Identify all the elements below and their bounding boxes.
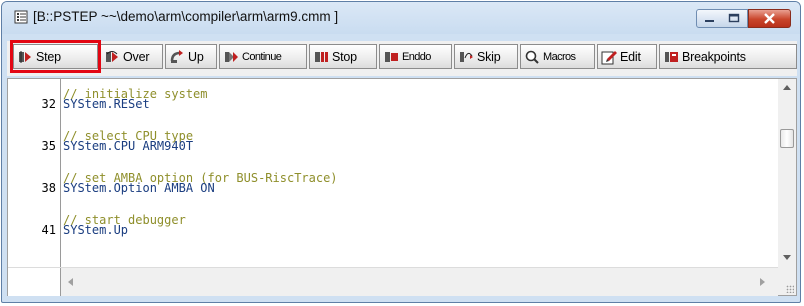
step-icon — [19, 50, 31, 63]
scroll-right-icon[interactable] — [760, 278, 765, 286]
gutter-footer — [8, 268, 61, 296]
over-button[interactable]: Over — [100, 44, 163, 69]
macros-label: Macros — [543, 50, 576, 63]
minimize-icon — [705, 20, 714, 22]
macros-icon — [525, 50, 539, 64]
edit-icon — [601, 50, 617, 64]
minimize-button[interactable] — [696, 9, 723, 28]
enddo-button[interactable]: Enddo — [379, 44, 452, 69]
pstep-window: [B::PSTEP ~~\demo\arm\compiler\arm\arm9.… — [1, 1, 801, 303]
breakpoints-button[interactable]: Breakpoints — [659, 44, 797, 69]
line-number-gutter: 32 35 38 41 — [8, 79, 61, 267]
line-number: 35 — [41, 139, 56, 153]
maximize-button[interactable] — [722, 9, 748, 28]
vertical-scrollbar[interactable] — [778, 79, 796, 267]
edit-label: Edit — [620, 49, 641, 64]
step-up-icon — [170, 49, 183, 63]
enddo-icon — [385, 51, 398, 62]
script-editor[interactable]: 32 35 38 41 // initialize system SYStem.… — [7, 78, 797, 296]
close-icon — [764, 13, 775, 24]
code-command: SYStem.CPU ARM940T — [63, 139, 194, 153]
continue-icon — [225, 51, 238, 62]
scroll-left-icon[interactable] — [68, 278, 73, 286]
up-button[interactable]: Up — [165, 44, 217, 69]
window-title: [B::PSTEP ~~\demo\arm\compiler\arm\arm9.… — [33, 9, 339, 24]
scrollbar-corner — [778, 267, 796, 295]
stop-button[interactable]: Stop — [309, 44, 377, 69]
breakpoints-icon — [665, 51, 678, 62]
code-area[interactable]: // initialize system SYStem.RESet // sel… — [61, 79, 778, 267]
skip-label: Skip — [477, 49, 501, 64]
up-label: Up — [188, 49, 204, 64]
toolbar: Step Over Up Continue Stop Enddo Skip Ma… — [7, 41, 797, 76]
step-label: Step — [36, 49, 61, 64]
line-number: 38 — [41, 181, 56, 195]
enddo-label: Enddo — [402, 50, 431, 63]
maximize-icon — [728, 13, 740, 23]
list-window-icon — [14, 10, 28, 24]
step-over-icon — [106, 50, 118, 62]
vertical-scroll-thumb[interactable] — [780, 129, 794, 148]
step-button[interactable]: Step — [13, 44, 98, 69]
scroll-down-icon[interactable] — [783, 255, 791, 260]
code-command: SYStem.Up — [63, 223, 129, 237]
over-label: Over — [123, 49, 150, 64]
scroll-up-icon[interactable] — [783, 85, 791, 90]
skip-icon — [460, 51, 473, 62]
resize-grip-icon[interactable] — [786, 285, 794, 293]
skip-button[interactable]: Skip — [454, 44, 518, 69]
macros-button[interactable]: Macros — [520, 44, 595, 69]
continue-label: Continue — [242, 50, 282, 63]
continue-button[interactable]: Continue — [219, 44, 307, 69]
close-button[interactable] — [748, 9, 791, 28]
code-command: SYStem.RESet — [63, 97, 150, 111]
title-bar[interactable]: [B::PSTEP ~~\demo\arm\compiler\arm\arm9.… — [2, 2, 800, 34]
stop-icon — [315, 51, 328, 62]
line-number: 32 — [41, 97, 56, 111]
edit-button[interactable]: Edit — [597, 44, 657, 69]
stop-label: Stop — [332, 49, 357, 64]
horizontal-scrollbar[interactable] — [8, 267, 778, 296]
code-command: SYStem.Option AMBA ON — [63, 181, 215, 195]
breakpoints-label: Breakpoints — [682, 49, 746, 64]
line-number: 41 — [41, 223, 56, 237]
